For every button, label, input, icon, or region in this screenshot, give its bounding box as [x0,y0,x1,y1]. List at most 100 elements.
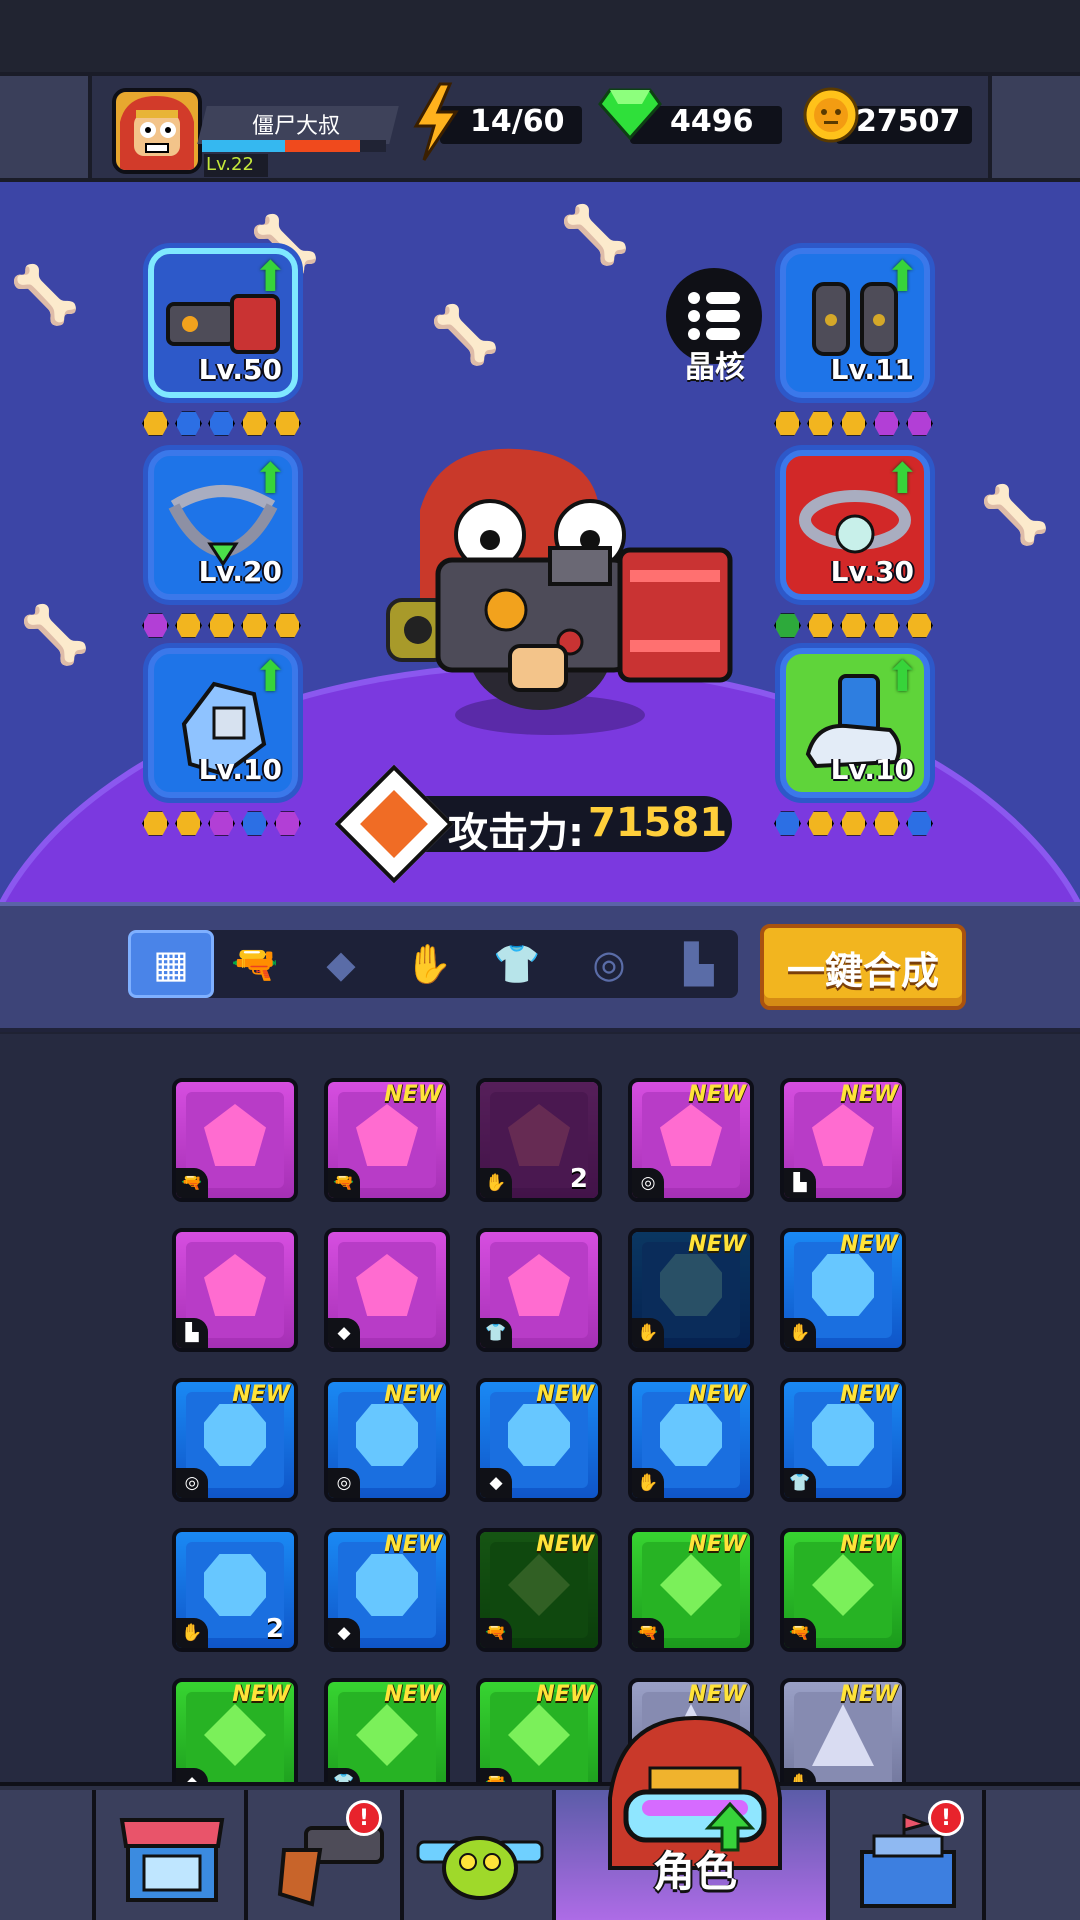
inventory-item[interactable]: NEW 👕 [780,1378,906,1502]
inventory-item[interactable]: NEW🔫 [476,1528,602,1652]
tab-boots[interactable]: ▙ [656,930,742,998]
new-badge: NEW [384,1382,442,1407]
inventory-item[interactable]: NEW 🔫 [780,1528,906,1652]
nav-edge-left [0,1790,96,1920]
equip-slot-belt[interactable]: ⬆ Lv.30 [780,450,930,600]
crystal-icon [204,1554,266,1616]
inventory-item[interactable]: 👕 [476,1228,602,1352]
inventory-item[interactable]: ✋ 2 [172,1528,298,1652]
crystal-icon [508,1554,570,1616]
new-badge: NEW [840,1082,898,1107]
slot-type-icon: ◆ [328,1618,360,1648]
equip-level: Lv.10 [198,753,282,786]
gem-socket [175,613,202,638]
inventory-item[interactable]: NEW ✋ [628,1228,754,1352]
gem-socket [873,613,900,638]
fist-icon [360,790,428,858]
inventory-item[interactable]: NEW ✋ [628,1378,754,1502]
boot-icon: ▙ [684,942,714,986]
slot-type-icon: ◆ [328,1318,360,1348]
equip-slot-necklace[interactable]: ⬆ Lv.20 [148,450,298,600]
equip-slot-glove[interactable]: ⬆ Lv.10 [148,648,298,798]
grid-icon: ▦ [153,942,189,986]
inventory-item[interactable]: NEW ▙ [780,1078,906,1202]
gun-icon: 🔫 [231,941,279,986]
new-badge: NEW [840,1682,898,1707]
coin-icon [803,87,859,143]
gem-socket [208,811,235,836]
upgrade-arrow-icon: ⬆ [884,652,920,701]
tab-necklace[interactable]: ◆ [298,930,384,998]
tab-belt[interactable]: ◎ [566,930,652,998]
new-badge: NEW [232,1682,290,1707]
gem-socket-row [774,810,933,837]
inventory-item[interactable]: NEW ✋ [780,1228,906,1352]
equip-slot-armor[interactable]: ⬆ Lv.11 [780,248,930,398]
new-badge: NEW [840,1532,898,1557]
gem-socket-row [774,612,933,639]
core-label: 晶核 [685,350,745,385]
equip-slot-boots[interactable]: ⬆ Lv.10 [780,648,930,798]
tab-glove[interactable]: ✋ [386,930,472,998]
item-count: 2 [265,1614,284,1644]
xp-fill-orange [285,140,360,152]
player-avatar[interactable] [112,88,202,174]
nav-base[interactable]: ! [830,1790,986,1920]
inventory-item[interactable]: NEW◆ [476,1378,602,1502]
slot-type-icon: 🔫 [784,1618,816,1648]
nav-weapons[interactable]: ! [248,1790,404,1920]
inventory-item[interactable]: NEW🔫 [628,1528,754,1652]
slot-type-icon: 🔫 [632,1618,664,1648]
new-badge: NEW [536,1532,594,1557]
new-badge: NEW [384,1082,442,1107]
upgrade-arrow-icon: ⬆ [884,454,920,503]
inventory-item[interactable]: NEW ◆ [324,1528,450,1652]
gem-socket [274,811,301,836]
equip-slot-weapon[interactable]: ⬆ Lv.50 [148,248,298,398]
tab-armor[interactable]: 👕 [474,930,560,998]
new-badge: NEW [384,1682,442,1707]
crystal-icon [660,1254,722,1316]
gem-socket [142,613,169,638]
nav-pets[interactable] [404,1790,556,1920]
slot-type-icon: ◎ [632,1168,664,1198]
new-badge: NEW [384,1532,442,1557]
inventory-item[interactable]: NEW ◎ [172,1378,298,1502]
inventory-item[interactable]: ▙ [172,1228,298,1352]
gem-socket [807,411,834,436]
inventory-item[interactable]: NEW ◎ [324,1378,450,1502]
slot-type-icon: 👕 [784,1468,816,1498]
creature-icon [416,1836,544,1900]
inventory-item[interactable]: NEW◆ [172,1678,298,1782]
gem-socket [208,613,235,638]
hero-character[interactable] [380,440,740,740]
inventory-item[interactable]: NEW🔫 [476,1678,602,1782]
inventory-item[interactable]: NEW🔫 [324,1078,450,1202]
slot-type-icon: ◆ [480,1468,512,1498]
inventory-item[interactable]: NEW👕 [324,1678,450,1782]
tab-all[interactable]: ▦ [128,930,214,998]
inventory-item[interactable]: ◆ [324,1228,450,1352]
slot-type-icon: ✋ [176,1618,208,1648]
nav-shop[interactable] [96,1790,248,1920]
gem-socket [274,411,301,436]
new-badge: NEW [688,1682,746,1707]
gem-socket [873,411,900,436]
emerald-icon [598,88,662,140]
slot-type-icon: 🔫 [176,1168,208,1198]
inventory-item[interactable]: ✋ 2 [476,1078,602,1202]
gem-socket [142,411,169,436]
nav-edge-right [986,1790,1080,1920]
gem-socket [142,811,169,836]
crystal-icon [508,1404,570,1466]
inventory-item[interactable]: NEW ◎ [628,1078,754,1202]
bone-decoration: 🦴 [10,263,80,328]
inventory-item[interactable]: 🔫 [172,1078,298,1202]
new-badge: NEW [688,1082,746,1107]
gem-socket [241,411,268,436]
merge-all-button[interactable]: 一鍵合成 [760,924,966,1010]
new-badge: NEW [232,1382,290,1407]
gem-socket [175,811,202,836]
tab-weapon[interactable]: 🔫 [212,930,298,998]
new-badge: NEW [840,1382,898,1407]
